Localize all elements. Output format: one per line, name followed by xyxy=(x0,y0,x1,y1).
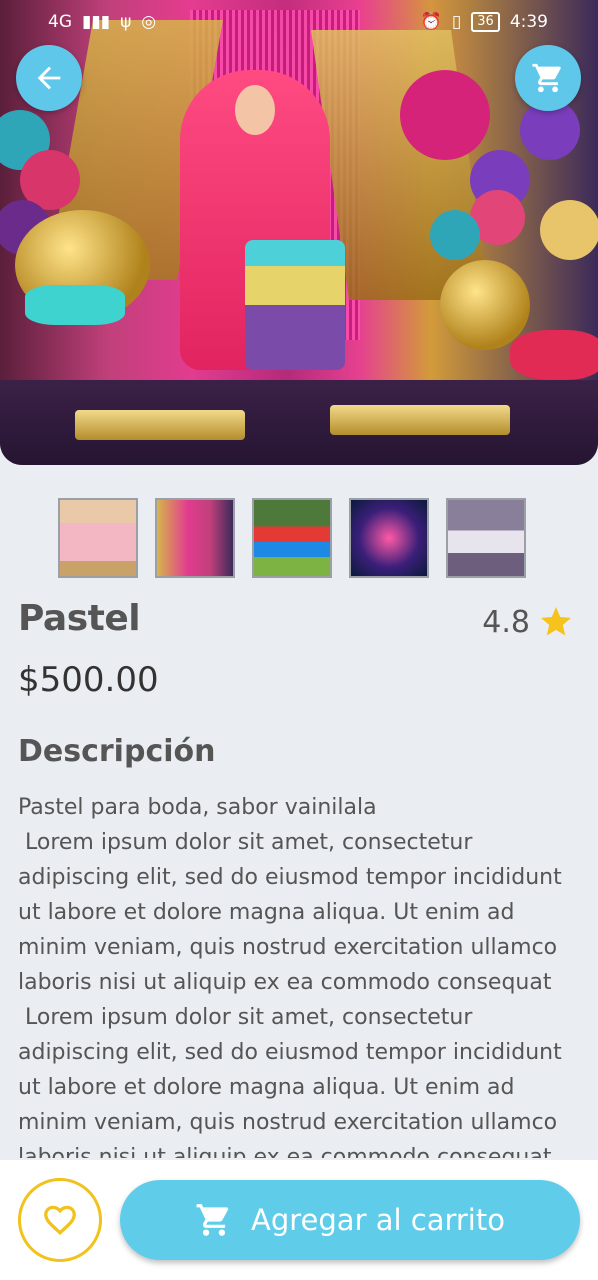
whatsapp-icon: ◎ xyxy=(141,12,157,32)
product-hero-image xyxy=(0,0,598,465)
description-text: Pastel para boda, sabor vainilala Lorem … xyxy=(18,795,562,1158)
status-bar: 4G ▮▮▮ ψ ◎ ⏰ ▯ 36 4:39 xyxy=(0,0,598,44)
battery-indicator: 36 xyxy=(471,12,500,32)
product-price: $500.00 xyxy=(18,660,159,700)
cart-icon xyxy=(532,63,561,93)
thumbnail-gallery xyxy=(58,498,526,578)
usb-icon: ψ xyxy=(120,12,132,32)
back-button[interactable] xyxy=(16,45,82,111)
cart-button[interactable] xyxy=(515,45,581,111)
vibrate-icon: ▯ xyxy=(451,12,462,32)
add-to-cart-label: Agregar al carrito xyxy=(251,1203,505,1237)
signal-icon: ▮▮▮ xyxy=(82,12,111,32)
thumbnail-2[interactable] xyxy=(155,498,235,578)
thumbnail-4[interactable] xyxy=(349,498,429,578)
alarm-icon: ⏰ xyxy=(420,12,442,32)
add-to-cart-button[interactable]: Agregar al carrito xyxy=(120,1180,580,1260)
product-title: Pastel xyxy=(18,598,141,639)
arrow-left-icon xyxy=(37,66,61,90)
rating-value: 4.8 xyxy=(482,604,530,640)
heart-icon xyxy=(44,1205,76,1235)
product-rating: 4.8 xyxy=(482,604,574,640)
thumbnail-5[interactable] xyxy=(446,498,526,578)
network-label: 4G xyxy=(48,12,72,32)
cart-icon xyxy=(196,1204,229,1236)
favorite-button[interactable] xyxy=(18,1178,102,1262)
description-heading: Descripción xyxy=(18,734,216,769)
star-icon xyxy=(541,607,571,636)
status-time: 4:39 xyxy=(509,12,548,32)
thumbnail-1[interactable] xyxy=(58,498,138,578)
thumbnail-3[interactable] xyxy=(252,498,332,578)
